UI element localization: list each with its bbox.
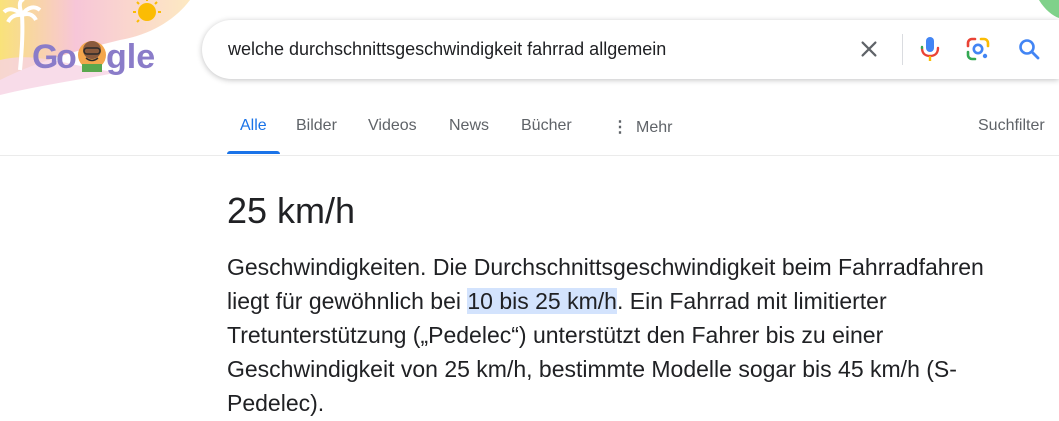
svg-text:o: o bbox=[56, 38, 77, 76]
search-tools-button[interactable]: Suchfilter bbox=[978, 117, 1045, 135]
voice-search-button[interactable] bbox=[915, 34, 945, 64]
google-doodle-logo[interactable]: G o gle bbox=[0, 0, 200, 100]
close-icon bbox=[861, 41, 877, 57]
active-tab-indicator bbox=[227, 151, 280, 154]
microphone-icon bbox=[920, 37, 940, 61]
search-input[interactable] bbox=[228, 36, 828, 62]
tab-images[interactable]: Bilder bbox=[296, 117, 337, 135]
search-button[interactable] bbox=[1014, 34, 1044, 64]
svg-text:G: G bbox=[32, 38, 58, 76]
tab-videos[interactable]: Videos bbox=[368, 117, 417, 135]
search-box-divider bbox=[902, 34, 903, 65]
vertical-dots-icon: ⋮ bbox=[612, 119, 628, 136]
tab-news[interactable]: News bbox=[449, 117, 489, 135]
search-icon bbox=[1019, 39, 1040, 60]
lens-search-button[interactable] bbox=[963, 34, 993, 64]
search-tabs: Alle Bilder Videos News Bücher ⋮ Mehr Suc… bbox=[0, 100, 1059, 156]
svg-text:gle: gle bbox=[106, 38, 155, 76]
snippet-highlight: 10 bis 25 km/h bbox=[467, 288, 617, 314]
featured-answer-title: 25 km/h bbox=[227, 190, 356, 231]
clear-button[interactable] bbox=[854, 34, 884, 64]
tab-books[interactable]: Bücher bbox=[521, 117, 572, 135]
tab-all[interactable]: Alle bbox=[240, 117, 267, 135]
tabs-divider bbox=[0, 155, 1059, 156]
google-lens-icon bbox=[966, 37, 990, 61]
tab-more-label: Mehr bbox=[636, 119, 673, 136]
search-box[interactable] bbox=[202, 20, 1059, 79]
tab-more[interactable]: ⋮ Mehr bbox=[612, 117, 672, 137]
featured-snippet-text: Geschwindigkeiten. Die Durchschnittsgesc… bbox=[227, 250, 1027, 420]
